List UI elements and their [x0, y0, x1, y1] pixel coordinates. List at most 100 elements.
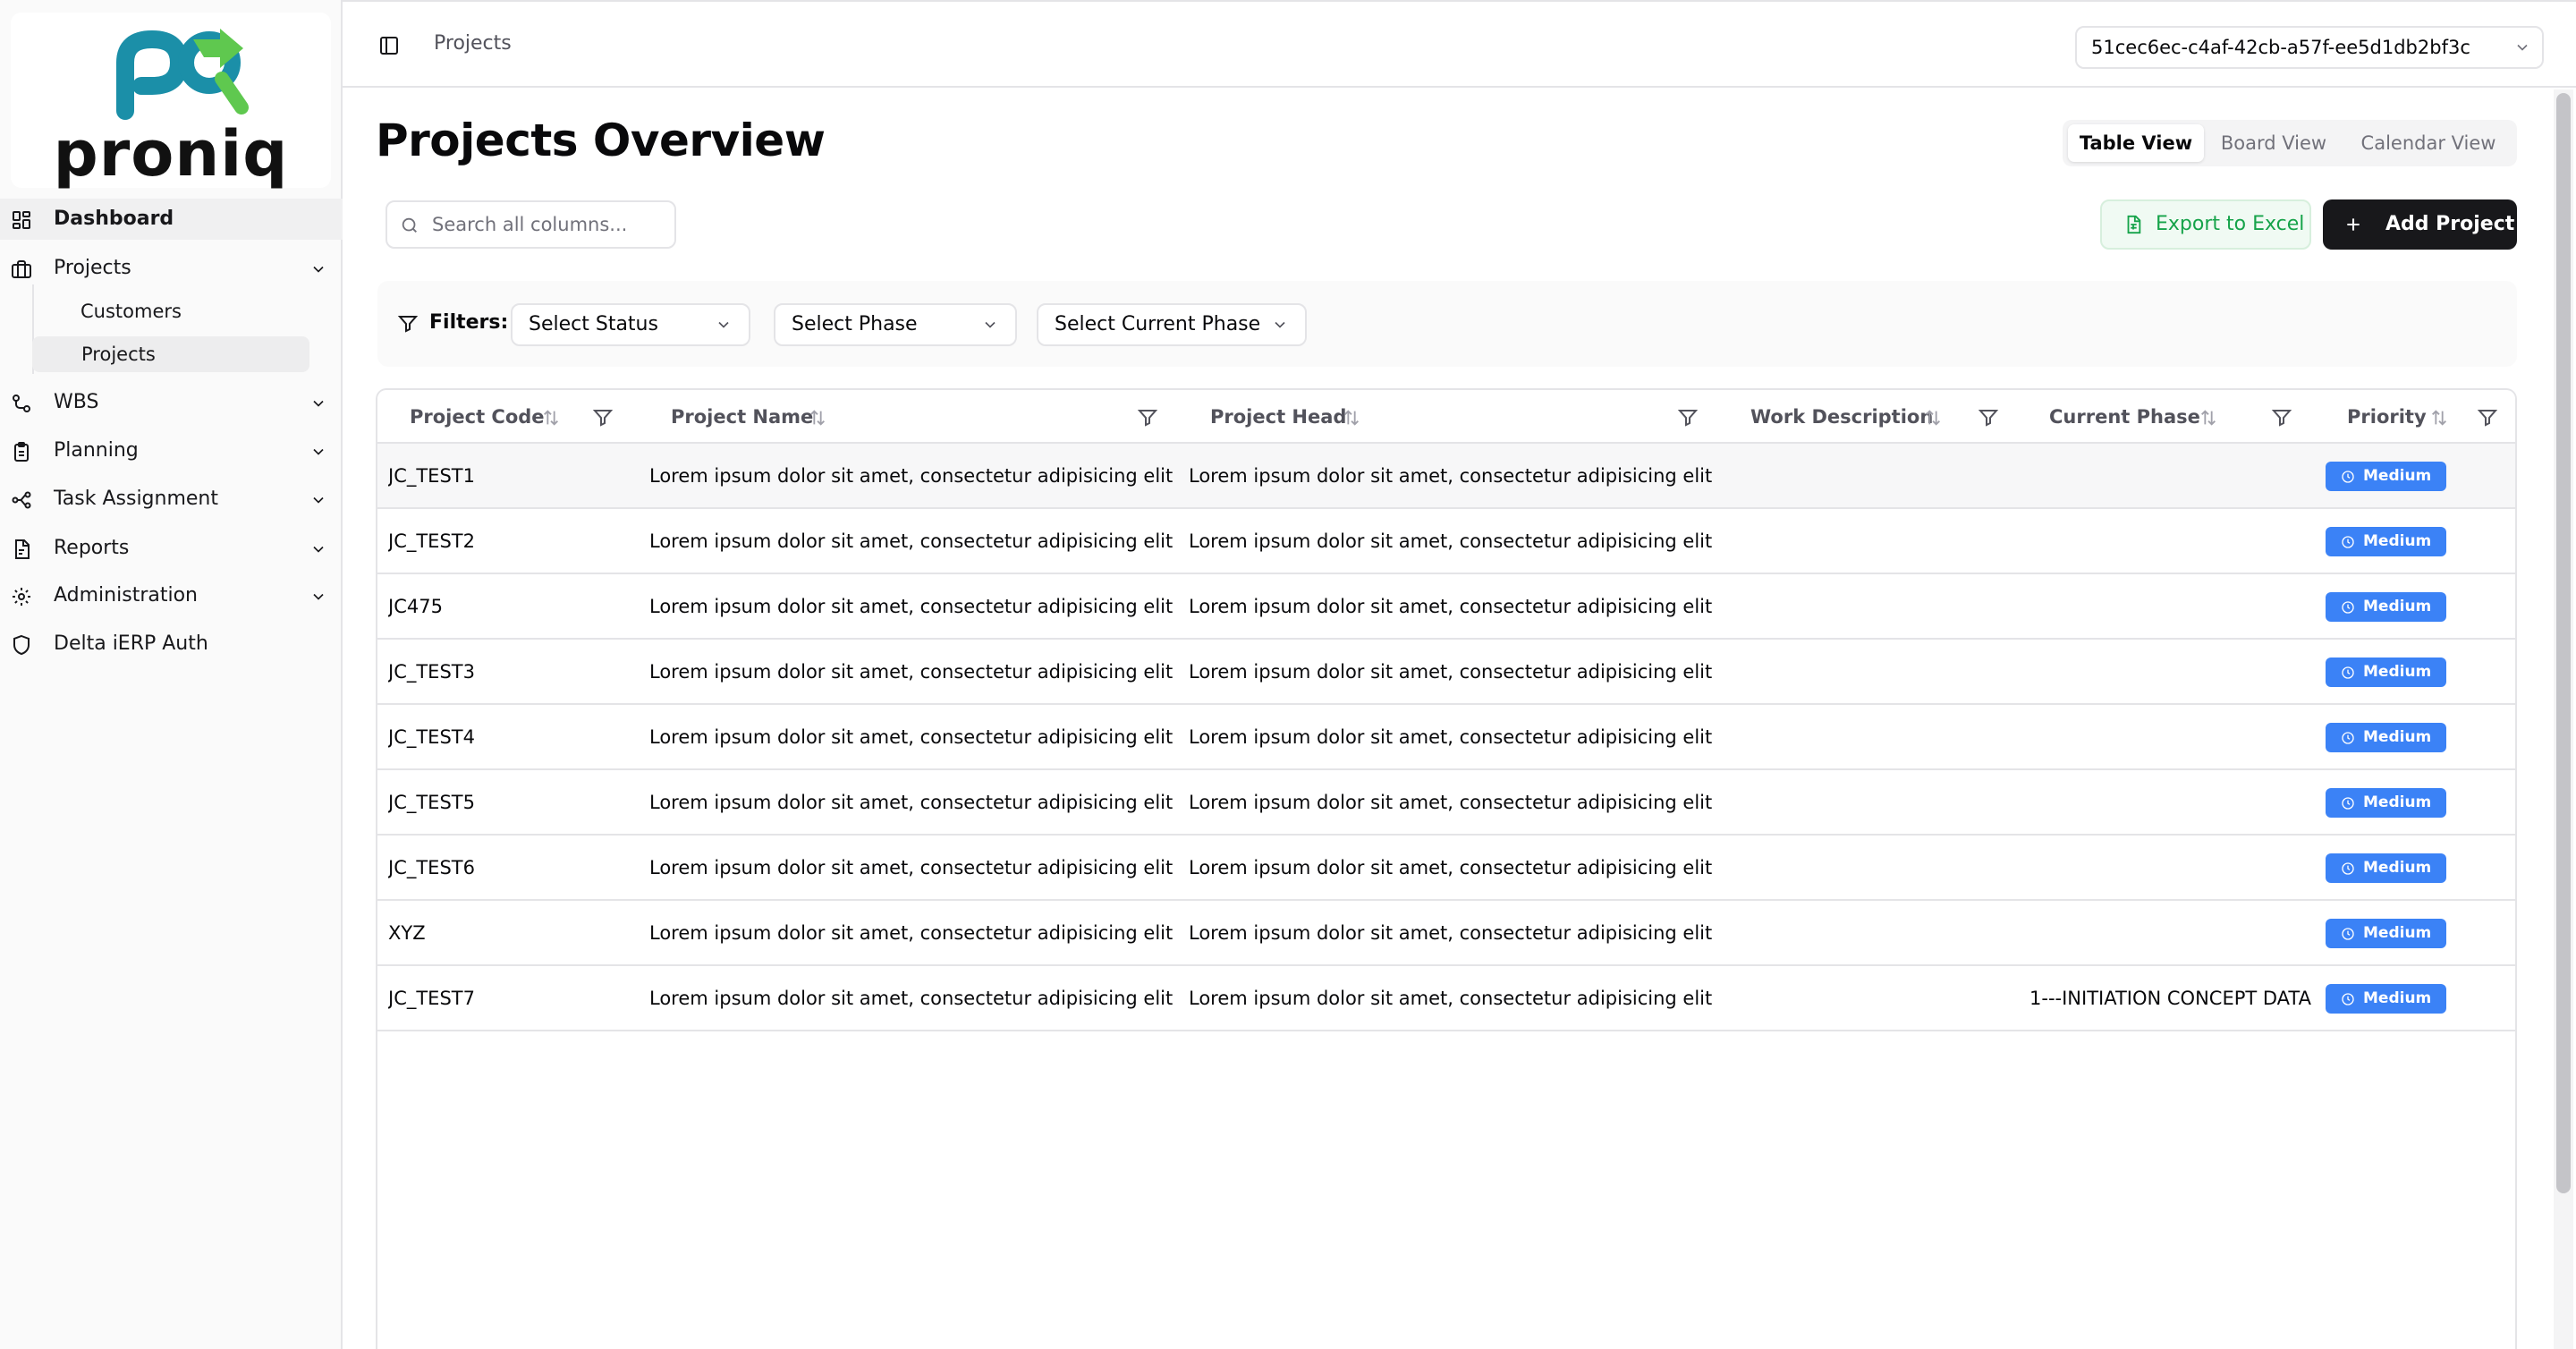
search-box [386, 200, 676, 249]
grid-icon [13, 211, 30, 229]
filter-icon[interactable] [2271, 407, 2292, 428]
chevron-down-icon [313, 266, 324, 273]
work-description-cell [1728, 966, 1996, 1031]
sort-icon[interactable] [1923, 408, 1943, 428]
current-phase-filter-value: Select Current Phase [1055, 313, 1261, 335]
sidebar-item-task-assignment[interactable]: Task Assignment [0, 479, 343, 520]
export-to-excel-button[interactable]: Export to Excel [2100, 199, 2311, 250]
priority-badge: Medium [2326, 853, 2446, 883]
sidebar-subitem-customers[interactable]: Customers [32, 293, 309, 329]
sort-icon[interactable] [2429, 408, 2449, 428]
filter-icon[interactable] [1137, 407, 1158, 428]
clock-icon [2342, 601, 2354, 614]
workspace-select[interactable]: 51cec6ec-c4af-42cb-a57f-ee5d1db2bf3c [2075, 26, 2544, 69]
priority-badge-label: Medium [2363, 467, 2432, 485]
sidebar-item-label: Administration [54, 584, 198, 607]
table-row[interactable]: JC475 Lorem ipsum dolor sit amet, consect… [377, 574, 2515, 640]
sidebar-item-wbs[interactable]: WBS [0, 382, 343, 423]
project-head-cell: Lorem ipsum dolor sit amet, consectetur … [1189, 726, 1713, 748]
breadcrumb[interactable]: Projects [434, 32, 512, 55]
column-header-project-name[interactable]: Project Name [671, 390, 813, 444]
sidebar-item-projects[interactable]: Projects [0, 248, 343, 289]
chevron-down-icon [718, 321, 729, 328]
project-head-cell: Lorem ipsum dolor sit amet, consectetur … [1189, 922, 1713, 944]
sidebar-subitem-label: Projects [81, 344, 156, 365]
column-header-work-description[interactable]: Work Description [1750, 390, 1933, 444]
priority-badge: Medium [2326, 723, 2446, 752]
brand-logo[interactable]: proniq [11, 13, 331, 190]
table-header: Project Code Project Name Project Head Work… [377, 390, 2515, 444]
phase-filter-select[interactable]: Select Phase [774, 303, 1017, 346]
tab-calendar-view[interactable]: Calendar View [2345, 124, 2512, 162]
tab-table-view[interactable]: Table View [2068, 124, 2204, 162]
sort-icon[interactable] [2199, 408, 2218, 428]
current-phase-filter-select[interactable]: Select Current Phase [1037, 303, 1307, 346]
report-icon [15, 539, 30, 559]
plus-icon [2347, 218, 2360, 231]
column-header-project-head[interactable]: Project Head [1210, 390, 1346, 444]
export-button-label: Export to Excel [2156, 213, 2305, 235]
search-input[interactable] [432, 209, 665, 240]
filter-icon[interactable] [2477, 407, 2498, 428]
priority-badge: Medium [2326, 788, 2446, 818]
status-filter-select[interactable]: Select Status [511, 303, 750, 346]
table-row[interactable]: JC_TEST7 Lorem ipsum dolor sit amet, cons… [377, 966, 2515, 1031]
add-button-label: Add Project [2385, 213, 2515, 235]
project-name-cell: Lorem ipsum dolor sit amet, consectetur … [649, 530, 1174, 552]
column-header-current-phase[interactable]: Current Phase [2049, 390, 2200, 444]
project-head-cell: Lorem ipsum dolor sit amet, consectetur … [1189, 661, 1713, 683]
add-project-button[interactable]: Add Project [2323, 199, 2517, 250]
current-phase-cell: 1---INITIATION CONCEPT DATA [2029, 988, 2311, 1009]
table-row[interactable]: XYZ Lorem ipsum dolor sit amet, consectet… [377, 901, 2515, 966]
chevron-down-icon [313, 546, 324, 553]
table-row[interactable]: JC_TEST4 Lorem ipsum dolor sit amet, cons… [377, 705, 2515, 770]
work-description-cell [1728, 574, 1996, 640]
tab-board-view[interactable]: Board View [2206, 124, 2342, 162]
chevron-down-icon [2517, 44, 2528, 51]
clock-icon [2342, 993, 2354, 1005]
scrollbar-thumb[interactable] [2556, 93, 2571, 1193]
current-phase-cell [2029, 640, 2325, 705]
sort-icon[interactable] [1342, 408, 1361, 428]
sidebar-subitem-projects[interactable]: Projects [32, 336, 309, 372]
filters-bar: Filters: Select Status Select Phase Sele… [377, 281, 2517, 367]
clock-icon [2342, 797, 2354, 810]
sidebar-toggle-icon[interactable] [378, 35, 400, 56]
priority-badge-label: Medium [2363, 598, 2432, 615]
project-code-cell: JC_TEST1 [388, 465, 475, 487]
view-tabs: Table View Board View Calendar View [2063, 120, 2517, 166]
sidebar-item-label: Planning [54, 439, 139, 462]
sidebar-item-administration[interactable]: Administration [0, 575, 343, 616]
top-bar: Projects 51cec6ec-c4af-42cb-a57f-ee5d1db… [343, 0, 2576, 88]
column-header-project-code[interactable]: Project Code [410, 390, 545, 444]
page-scrollbar[interactable] [2554, 89, 2573, 1349]
priority-badge-label: Medium [2363, 989, 2432, 1007]
sidebar-item-planning[interactable]: Planning [0, 430, 343, 471]
filter-icon[interactable] [1978, 407, 1999, 428]
sort-icon[interactable] [541, 408, 561, 428]
sidebar-item-delta-ierp-auth[interactable]: Delta iERP Auth [0, 624, 343, 665]
sort-icon[interactable] [808, 408, 827, 428]
filter-icon[interactable] [592, 407, 614, 428]
sidebar-item-reports[interactable]: Reports [0, 528, 343, 569]
project-name-cell: Lorem ipsum dolor sit amet, consectetur … [649, 726, 1174, 748]
table-row[interactable]: JC_TEST6 Lorem ipsum dolor sit amet, cons… [377, 836, 2515, 901]
table-row[interactable]: JC_TEST2 Lorem ipsum dolor sit amet, cons… [377, 509, 2515, 574]
project-head-cell: Lorem ipsum dolor sit amet, consectetur … [1189, 792, 1713, 813]
work-description-cell [1728, 836, 1996, 901]
table-row[interactable]: JC_TEST3 Lorem ipsum dolor sit amet, cons… [377, 640, 2515, 705]
current-phase-cell [2029, 444, 2325, 509]
work-description-cell [1728, 444, 1996, 509]
column-header-priority[interactable]: Priority [2347, 390, 2427, 444]
table-row[interactable]: JC_TEST5 Lorem ipsum dolor sit amet, cons… [377, 770, 2515, 836]
project-name-cell: Lorem ipsum dolor sit amet, consectetur … [649, 661, 1174, 683]
current-phase-cell [2029, 836, 2325, 901]
filter-icon[interactable] [1677, 407, 1699, 428]
sidebar-item-label: WBS [54, 391, 99, 413]
current-phase-cell [2029, 901, 2325, 966]
project-name-cell: Lorem ipsum dolor sit amet, consectetur … [649, 988, 1174, 1009]
table-row[interactable]: JC_TEST1 Lorem ipsum dolor sit amet, cons… [377, 444, 2515, 509]
sidebar-item-dashboard[interactable]: Dashboard [0, 199, 343, 240]
priority-badge-label: Medium [2363, 859, 2432, 877]
project-name-cell: Lorem ipsum dolor sit amet, consectetur … [649, 857, 1174, 878]
